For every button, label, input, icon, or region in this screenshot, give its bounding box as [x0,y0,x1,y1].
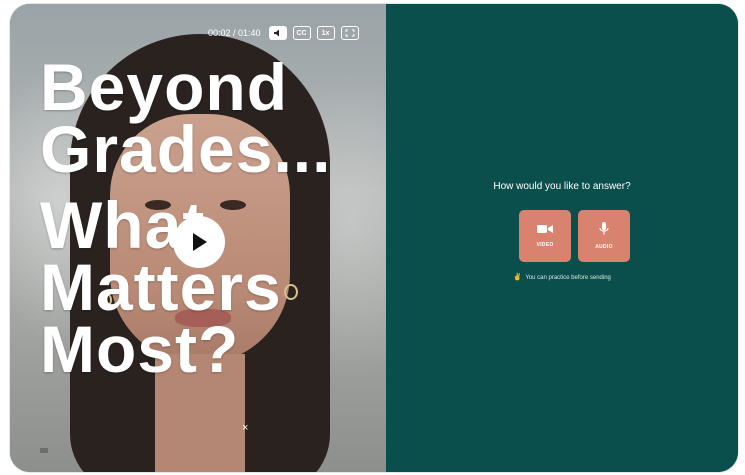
headline-line: Grades... [40,112,332,186]
player-controls: 00:02 / 01:40 CC 1x [208,25,359,41]
video-answer-button[interactable]: VIDEO [519,210,571,262]
fullscreen-icon [345,29,355,37]
close-icon[interactable]: × [242,422,248,434]
volume-icon [274,29,280,37]
closed-captions-icon: CC [296,29,307,37]
volume-button[interactable] [268,26,287,40]
fullscreen-button[interactable] [340,26,359,40]
answer-question: How would you like to answer? [493,181,631,192]
playback-time: 00:02 / 01:40 [208,28,261,38]
video-camera-icon [537,225,553,233]
headline-line: Most? [40,312,240,386]
practice-hint-text: You can practice before sending [525,275,611,281]
play-button[interactable] [173,216,225,268]
video-panel[interactable]: Beyond Grades... What Matters Most? 00:0… [10,4,386,472]
hand-icon: ✌ [513,274,522,281]
audio-answer-button[interactable]: AUDIO [578,210,630,262]
audio-answer-label: AUDIO [595,244,613,250]
app-frame: Beyond Grades... What Matters Most? 00:0… [10,4,738,472]
video-answer-label: VIDEO [536,242,554,248]
playback-speed-button[interactable]: 1x [316,26,335,40]
headline-line: Beyond [40,50,289,124]
answer-panel: How would you like to answer? VIDEO AUDI… [386,4,738,472]
headline-line: Matters [40,250,282,324]
play-icon [193,233,207,251]
caption-toggle-icon[interactable] [40,448,48,453]
practice-hint: ✌ You can practice before sending [386,273,738,281]
microphone-icon [599,222,609,235]
closed-captions-button[interactable]: CC [292,26,311,40]
video-headline: Beyond Grades... What Matters Most? [40,50,332,386]
